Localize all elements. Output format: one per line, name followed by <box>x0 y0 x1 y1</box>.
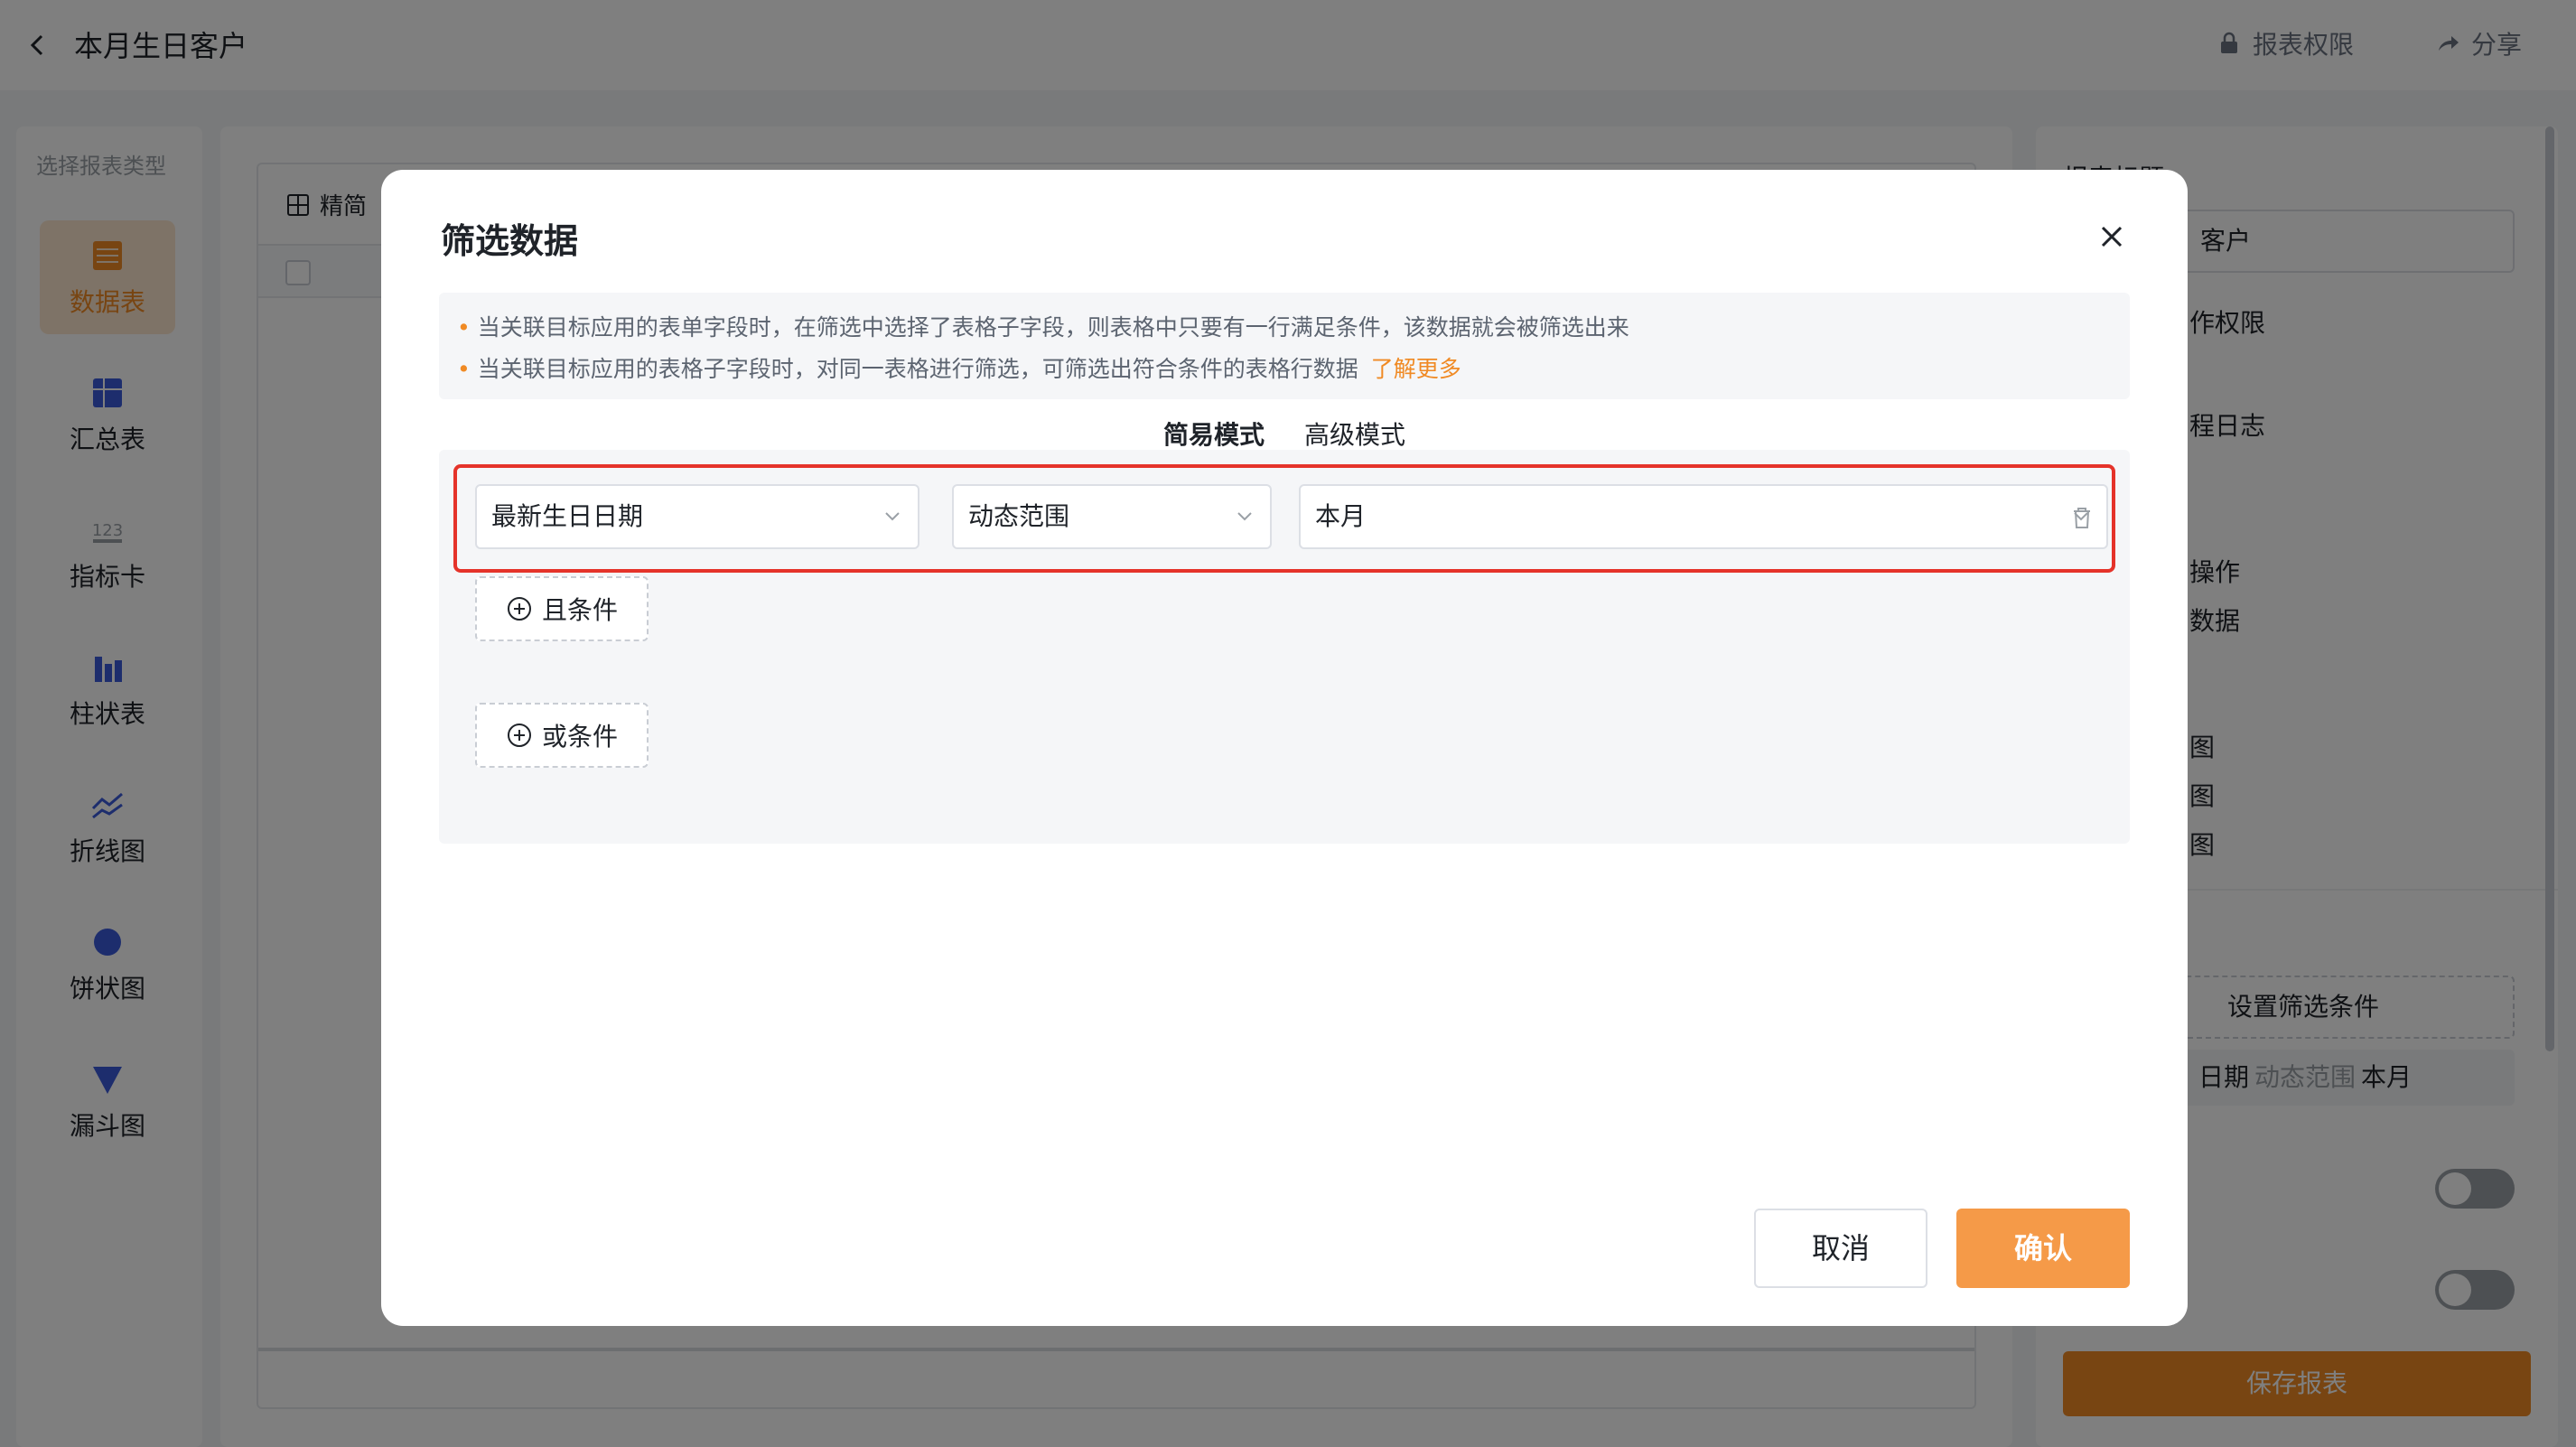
condition-operator-select[interactable]: 动态范围 <box>952 484 1272 549</box>
cancel-button[interactable]: 取消 <box>1754 1209 1927 1288</box>
add-or-condition-button[interactable]: 或条件 <box>475 703 649 768</box>
notice-line: • 当关联目标应用的表单字段时，在筛选中选择了表格子字段，则表格中只要有一行满足条… <box>457 307 2112 349</box>
condition-field-select[interactable]: 最新生日日期 <box>475 484 919 549</box>
condition-value-select[interactable]: 本月 <box>1299 484 2108 549</box>
dialog-title: 筛选数据 <box>441 221 579 261</box>
add-and-condition-label: 且条件 <box>541 595 618 625</box>
filter-data-dialog: 筛选数据 • 当关联目标应用的表单字段时，在筛选中选择了表格子字段，则表格中只要有… <box>381 170 2188 1326</box>
condition-value-value: 本月 <box>1315 501 1367 531</box>
chevron-down-icon <box>1237 512 1252 521</box>
learn-more-link[interactable]: 了解更多 <box>1371 356 1461 382</box>
confirm-button[interactable]: 确认 <box>1956 1209 2130 1288</box>
chevron-down-icon <box>885 512 900 521</box>
trash-icon[interactable] <box>2067 502 2097 533</box>
close-icon[interactable] <box>2092 217 2132 257</box>
condition-field-value: 最新生日日期 <box>491 501 644 531</box>
notice-text: 当关联目标应用的表单字段时，在筛选中选择了表格子字段，则表格中只要有一行满足条件… <box>477 314 1629 341</box>
bullet-icon: • <box>457 356 471 382</box>
filter-notice: • 当关联目标应用的表单字段时，在筛选中选择了表格子字段，则表格中只要有一行满足条… <box>439 293 2130 399</box>
plus-circle-icon <box>507 724 531 747</box>
bullet-icon: • <box>457 314 471 341</box>
notice-text: 当关联目标应用的表格子字段时，对同一表格进行筛选，可筛选出符合条件的表格行数据 <box>477 356 1358 382</box>
add-and-condition-button[interactable]: 且条件 <box>475 576 649 641</box>
condition-operator-value: 动态范围 <box>968 501 1070 531</box>
notice-line: • 当关联目标应用的表格子字段时，对同一表格进行筛选，可筛选出符合条件的表格行数据… <box>457 349 2112 390</box>
plus-circle-icon <box>507 597 531 621</box>
add-or-condition-label: 或条件 <box>541 722 618 752</box>
